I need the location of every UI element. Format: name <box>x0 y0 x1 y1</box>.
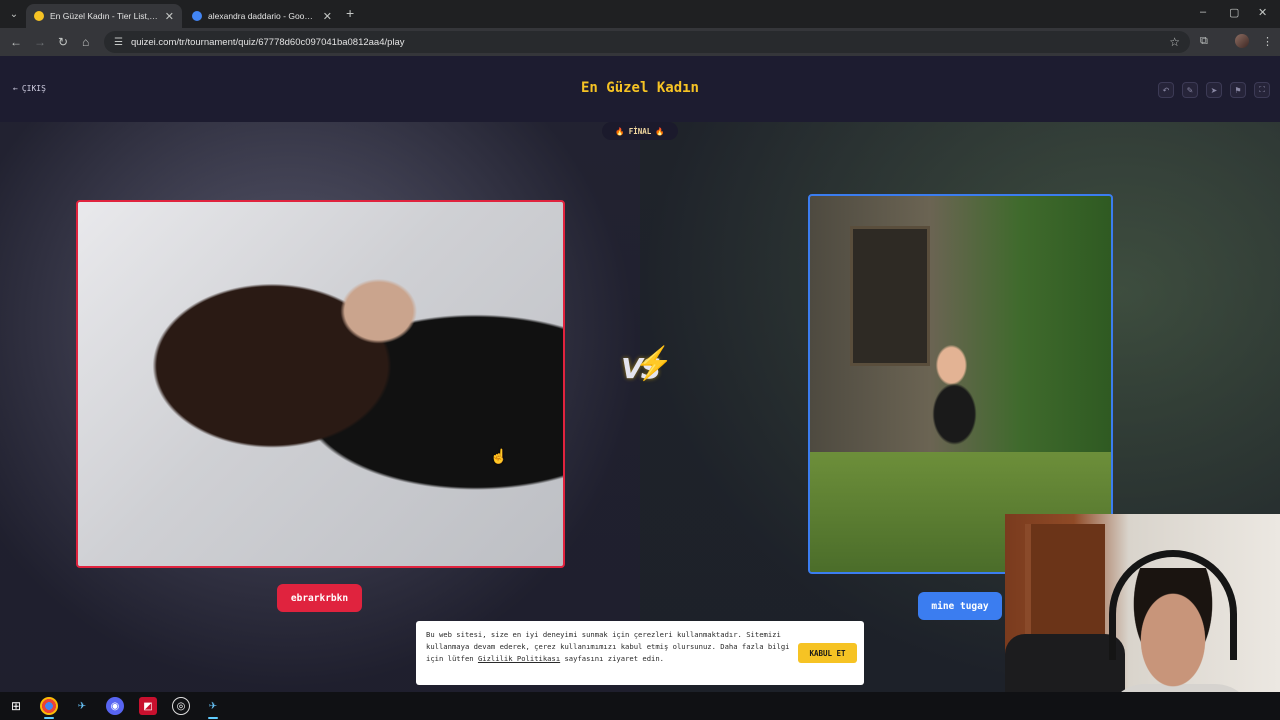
bookmark-star-icon[interactable]: ☆ <box>1169 35 1180 49</box>
tab-title: alexandra daddario - Google'da <box>208 11 317 21</box>
accept-cookies-button[interactable]: KABUL ET <box>798 643 857 663</box>
windows-start-icon[interactable]: ⊞ <box>7 697 25 715</box>
new-tab-button[interactable]: + <box>346 6 354 20</box>
page-title: En Güzel Kadın <box>580 80 699 96</box>
left-contestant-name-button[interactable]: ebrarkrbkn <box>277 584 362 612</box>
steam-icon[interactable]: ✈ <box>73 697 91 715</box>
minimize-button[interactable]: – <box>1200 6 1206 18</box>
extensions-icon[interactable]: ⧉ <box>1200 35 1208 48</box>
fullscreen-icon[interactable]: ⛶ <box>1254 82 1270 98</box>
cookie-text-after-link: sayfasını ziyaret edin. <box>560 654 665 663</box>
versus-emblem: VS ⚡ <box>616 345 674 388</box>
browser-toolbar: ← → ↻ ⌂ ☰ quizei.com/tr/tournament/quiz/… <box>0 28 1280 56</box>
flag-icon[interactable]: ⚑ <box>1230 82 1246 98</box>
close-tab-icon[interactable]: ✕ <box>165 10 174 23</box>
profile-avatar[interactable] <box>1235 34 1249 48</box>
address-bar[interactable]: ☰ quizei.com/tr/tournament/quiz/67778d60… <box>104 31 1190 53</box>
site-info-icon[interactable]: ☰ <box>114 37 123 48</box>
obs-icon[interactable]: ◎ <box>172 697 190 715</box>
privacy-policy-link[interactable]: Gizlilik Politikası <box>478 654 560 663</box>
menu-icon[interactable]: ⋮ <box>1262 35 1273 48</box>
amd-icon[interactable]: ◩ <box>139 697 157 715</box>
right-contestant-name-button[interactable]: mine tugay <box>918 592 1002 620</box>
browser-tab-strip: ⌄ En Güzel Kadın - Tier List, Kör S ✕ al… <box>0 0 1280 28</box>
google-favicon-icon <box>192 11 202 21</box>
windows-taskbar: ⊞ ✈ ◉ ◩ ◎ ✈ <box>0 692 1280 720</box>
forward-icon[interactable]: → <box>34 35 46 49</box>
fire-icon: 🔥 <box>615 126 625 136</box>
tab-title: En Güzel Kadın - Tier List, Kör S <box>50 11 159 21</box>
hand-cursor-icon: ☝ <box>490 448 508 464</box>
quizei-favicon-icon <box>34 11 44 21</box>
header-actions: ↶ ✎ ➤ ⚑ ⛶ <box>1158 82 1270 98</box>
maximize-button[interactable]: ▢ <box>1229 6 1239 19</box>
photo-detail <box>850 226 930 366</box>
edit-icon[interactable]: ✎ <box>1182 82 1198 98</box>
cookie-banner: Bu web sitesi, size en iyi deneyimi sunm… <box>416 621 864 685</box>
reload-icon[interactable]: ↻ <box>58 35 68 49</box>
cookie-message: Bu web sitesi, size en iyi deneyimi sunm… <box>426 629 792 665</box>
home-icon[interactable]: ⌂ <box>82 35 89 49</box>
webcam-detail <box>1109 550 1237 660</box>
tab-quizei[interactable]: En Güzel Kadın - Tier List, Kör S ✕ <box>26 4 182 28</box>
chrome-icon[interactable] <box>40 697 58 719</box>
discord-icon[interactable]: ◉ <box>106 697 124 715</box>
close-tab-icon[interactable]: ✕ <box>323 10 332 23</box>
undo-icon[interactable]: ↶ <box>1158 82 1174 98</box>
back-icon[interactable]: ← <box>10 35 22 49</box>
lightning-icon: ⚡ <box>634 345 674 381</box>
webcam-overlay <box>1005 514 1280 720</box>
tab-google[interactable]: alexandra daddario - Google'da ✕ <box>184 4 340 28</box>
send-icon[interactable]: ➤ <box>1206 82 1222 98</box>
close-window-button[interactable]: ✕ <box>1258 6 1267 19</box>
left-contestant-photo[interactable] <box>76 200 565 568</box>
url-text: quizei.com/tr/tournament/quiz/67778d60c0… <box>130 36 405 48</box>
round-badge: 🔥 FİNAL 🔥 <box>602 122 678 140</box>
steam-icon[interactable]: ✈ <box>204 697 222 719</box>
tab-search-icon[interactable]: ⌄ <box>6 6 22 22</box>
fire-icon: 🔥 <box>655 126 665 136</box>
page-header: ← ÇIKIŞ En Güzel Kadın ↶ ✎ ➤ ⚑ ⛶ <box>0 56 1280 122</box>
round-label: FİNAL <box>628 126 652 136</box>
